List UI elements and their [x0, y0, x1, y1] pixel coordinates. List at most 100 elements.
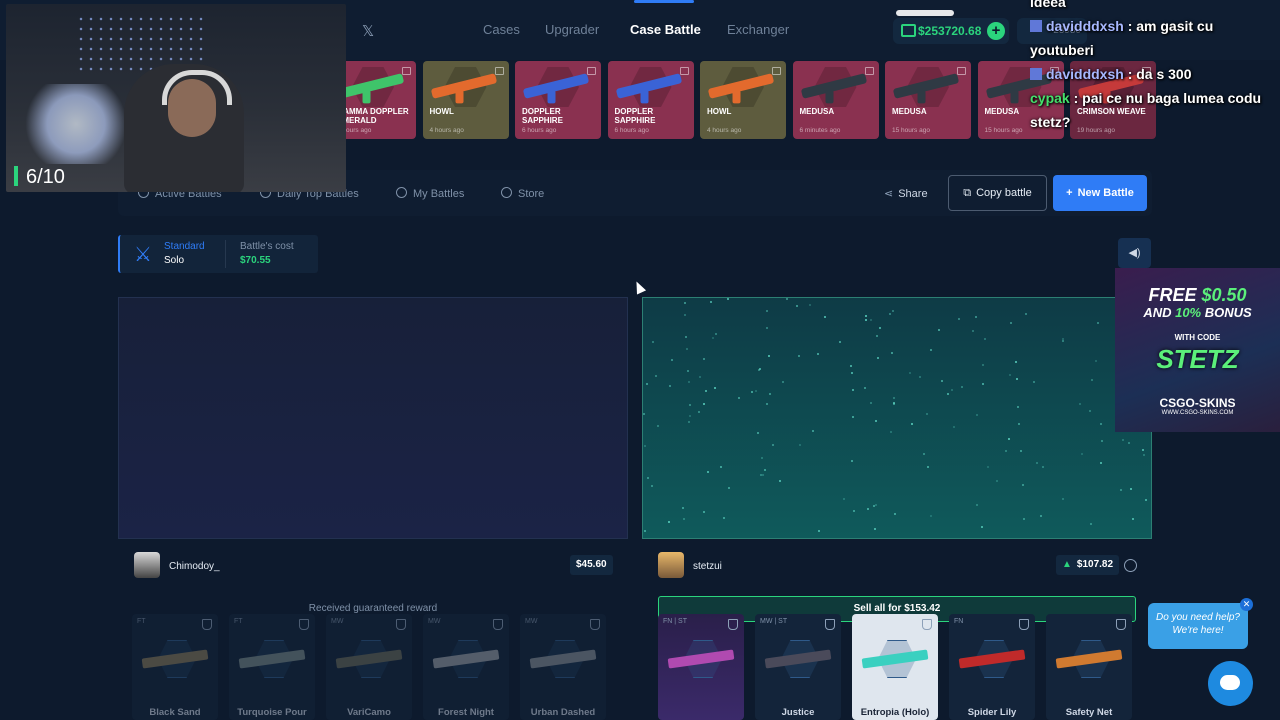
confetti-dot: [1079, 403, 1081, 405]
confetti-dot: [1095, 360, 1097, 362]
shield-icon[interactable]: [590, 619, 600, 630]
lock-icon: [772, 67, 781, 75]
confetti-dot: [1128, 442, 1130, 444]
item-name: VariCamo: [347, 707, 391, 718]
confetti-dot: [1040, 515, 1042, 517]
drop-name: HOWL: [707, 107, 732, 116]
score-text: 6/10: [26, 166, 65, 188]
sound-toggle-icon[interactable]: ◀): [1118, 238, 1151, 268]
item-card[interactable]: FT Black Sand: [132, 614, 218, 720]
confetti-dot: [712, 337, 714, 339]
item-card[interactable]: FT Turquoise Pour: [229, 614, 315, 720]
drop-time: 6 hours ago: [522, 127, 557, 134]
shield-icon[interactable]: [493, 619, 503, 630]
item-card[interactable]: Entropia (Holo): [852, 614, 938, 720]
item-card[interactable]: FN | ST: [658, 614, 744, 720]
item-card[interactable]: Safety Net: [1046, 614, 1132, 720]
chat-badge-icon: [1030, 68, 1042, 80]
player2-value: ▲ $107.82: [1056, 555, 1120, 575]
copy-battle-button[interactable]: ⧉ Copy battle: [948, 175, 1047, 211]
emoji-icon[interactable]: [1124, 559, 1137, 572]
item-card[interactable]: MW VariCamo: [326, 614, 412, 720]
player1-value: $45.60: [570, 555, 613, 575]
confetti-dot: [879, 327, 881, 329]
active-tab-indicator: [634, 0, 694, 3]
drop-time: 6 minutes ago: [799, 127, 841, 134]
shield-icon[interactable]: [728, 619, 738, 630]
shield-icon[interactable]: [922, 619, 932, 630]
confetti-dot: [689, 404, 691, 406]
stream-chat: ideea davidddxsh : am gasit cu youtuberi…: [1030, 0, 1280, 134]
item-card[interactable]: FN Spider Lily: [949, 614, 1035, 720]
item-card[interactable]: MW | ST Justice: [755, 614, 841, 720]
balance-box[interactable]: $253720.68 +: [893, 18, 1009, 44]
confetti-dot: [1025, 313, 1027, 315]
drop-time: 15 hours ago: [892, 127, 930, 134]
confetti-dot: [1042, 466, 1044, 468]
confetti-dot: [766, 327, 768, 329]
confetti-dot: [890, 431, 892, 433]
wear-label: FN: [954, 618, 964, 625]
x-social-icon[interactable]: 𝕏: [362, 22, 374, 40]
shield-icon[interactable]: [1019, 619, 1029, 630]
webcam-overlay: [6, 4, 346, 192]
confetti-dot: [975, 316, 977, 318]
drop-item[interactable]: HOWL 4 hours ago: [422, 61, 509, 139]
confetti-dot: [686, 348, 688, 350]
deposit-plus-icon[interactable]: +: [987, 22, 1005, 40]
confetti-dot: [874, 528, 876, 530]
new-battle-label: New Battle: [1077, 187, 1134, 199]
drop-item[interactable]: MEDUSA 15 hours ago: [885, 61, 971, 139]
support-chat-icon[interactable]: [1208, 661, 1253, 706]
drop-item[interactable]: MEDUSA 6 minutes ago: [792, 61, 879, 139]
new-battle-button[interactable]: + New Battle: [1053, 175, 1147, 211]
shield-icon[interactable]: [202, 619, 212, 630]
item-card[interactable]: MW Urban Dashed: [520, 614, 606, 720]
up-arrow-icon: ▲: [1062, 559, 1072, 570]
drop-item[interactable]: DOPPLER SAPPHIRE 6 hours ago: [515, 61, 601, 139]
subnav-my-battles[interactable]: My Battles: [396, 187, 464, 200]
nav-cases[interactable]: Cases: [483, 22, 520, 37]
item-name: Urban Dashed: [530, 707, 596, 718]
drop-item[interactable]: DOPPLER SAPPHIRE 6 hours ago: [607, 61, 694, 139]
nav-exchanger[interactable]: Exchanger: [727, 22, 789, 37]
redacted-username: [896, 10, 954, 16]
nav-case-battle[interactable]: Case Battle: [630, 22, 701, 37]
promo-code: STETZ: [1156, 344, 1239, 374]
mode-label: Standard: [164, 241, 205, 252]
wear-label: FN | ST: [663, 618, 687, 625]
webcam-tree: [16, 84, 136, 164]
cost-value: $70.55: [240, 255, 271, 266]
item-card[interactable]: MW Forest Night: [423, 614, 509, 720]
confetti-dot: [715, 333, 717, 335]
confetti-dot: [798, 355, 800, 357]
confetti-dot: [818, 530, 820, 532]
confetti-dot: [684, 302, 686, 304]
confetti-dot: [953, 426, 955, 428]
nav-upgrader[interactable]: Upgrader: [545, 22, 599, 37]
shield-icon[interactable]: [825, 619, 835, 630]
promo-with-code: WITH CODE: [1174, 333, 1221, 342]
chat-line: davidddxsh : da s 300: [1030, 62, 1280, 86]
confetti-dot: [655, 375, 657, 377]
confetti-dot: [699, 376, 701, 378]
share-button[interactable]: ⋖ Share: [884, 187, 928, 200]
help-bubble[interactable]: Do you need help? We're here!: [1148, 603, 1248, 649]
guaranteed-reward-label: Received guaranteed reward: [308, 603, 438, 614]
drop-time: 6 hours ago: [614, 127, 649, 134]
shield-icon[interactable]: [396, 619, 406, 630]
drop-item[interactable]: HOWL 4 hours ago: [700, 61, 786, 139]
confetti-dot: [766, 403, 768, 405]
wear-label: FT: [234, 618, 243, 625]
confetti-dot: [764, 469, 766, 471]
shield-icon[interactable]: [299, 619, 309, 630]
subnav-store[interactable]: Store: [501, 187, 544, 200]
promo-bonus: BONUS: [1201, 305, 1252, 320]
confetti-dot: [668, 521, 670, 523]
close-icon[interactable]: ✕: [1240, 598, 1253, 611]
shield-icon[interactable]: [1116, 619, 1126, 630]
confetti-dot: [647, 477, 649, 479]
player1-name[interactable]: Chimodoy_: [169, 561, 220, 572]
promo-banner: FREE $0.50 AND 10% BONUS WITH CODE STETZ…: [1115, 268, 1280, 432]
player2-name[interactable]: stetzui: [693, 561, 722, 572]
